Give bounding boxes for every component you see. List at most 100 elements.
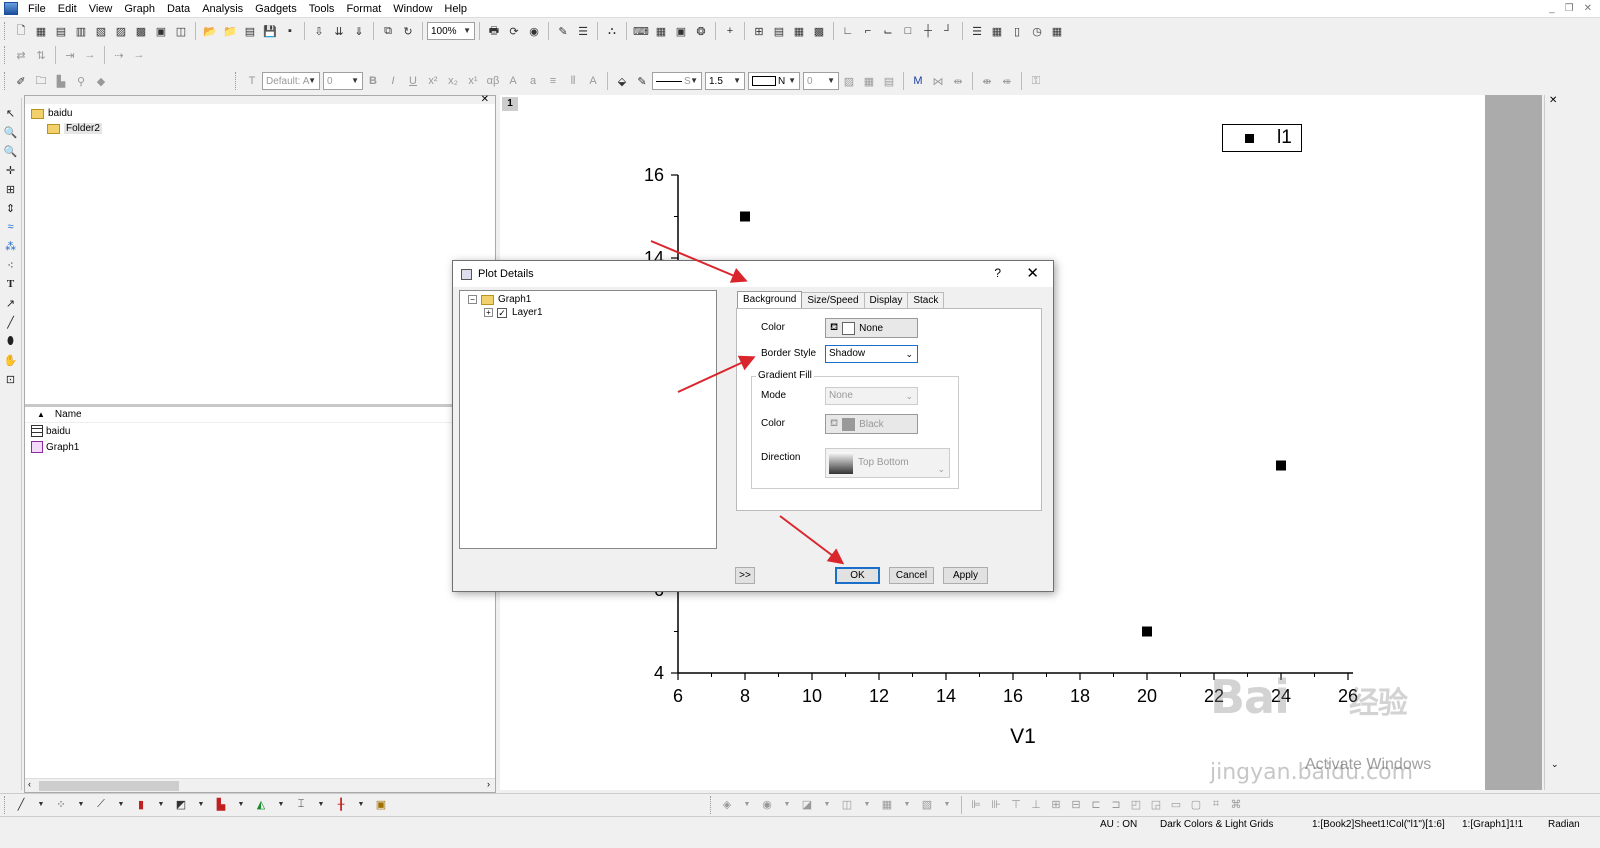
expand-icon[interactable]: +: [484, 308, 493, 317]
pattern-icon[interactable]: ▨: [840, 72, 858, 90]
chevron-down-icon[interactable]: ▼: [312, 796, 330, 814]
cancel-button[interactable]: Cancel: [889, 567, 934, 584]
align-top-icon[interactable]: ⊤: [1007, 796, 1025, 814]
regional-mask-icon[interactable]: ⁂: [2, 237, 20, 255]
3d-bars-icon[interactable]: ◉: [758, 796, 776, 814]
ungroup-icon[interactable]: ▢: [1187, 796, 1205, 814]
scroll-down-icon[interactable]: ⌄: [1551, 759, 1559, 770]
new-workbook-icon[interactable]: ▦: [32, 22, 50, 40]
image-plot-icon[interactable]: ▧: [918, 796, 936, 814]
line-color-icon[interactable]: ✎: [633, 72, 651, 90]
pencil-icon[interactable]: ✐: [12, 72, 30, 90]
underline-icon[interactable]: U: [404, 72, 422, 90]
contour-icon[interactable]: ◩: [172, 796, 190, 814]
menu-help[interactable]: Help: [438, 0, 473, 18]
legend[interactable]: l1: [1222, 124, 1302, 152]
new-matrix-icon[interactable]: ▧: [92, 22, 110, 40]
tree-sub-folder[interactable]: Folder2: [47, 123, 102, 134]
tree-graph-node[interactable]: − Graph1: [468, 294, 531, 305]
axis-cross-icon[interactable]: ┼: [919, 22, 937, 40]
help-icon[interactable]: ?: [994, 266, 1001, 280]
recalculate-icon[interactable]: ↻: [399, 22, 417, 40]
chevron-down-icon[interactable]: ▼: [112, 796, 130, 814]
fill-icon[interactable]: 🗀: [32, 72, 50, 90]
close-icon[interactable]: ✕: [1584, 3, 1592, 14]
tab-display[interactable]: Display: [863, 292, 909, 308]
chevron-down-icon[interactable]: ▼: [192, 796, 210, 814]
menu-format[interactable]: Format: [340, 0, 387, 18]
hand-icon[interactable]: ✋: [2, 351, 20, 369]
new-excel-icon[interactable]: ▤: [52, 22, 70, 40]
greek-icon[interactable]: αβ: [484, 72, 502, 90]
ok-button[interactable]: OK: [835, 567, 880, 584]
increase-font-icon[interactable]: A: [504, 72, 522, 90]
pattern-select[interactable]: 0 ▼: [803, 72, 839, 90]
clock-icon[interactable]: ◷: [1028, 22, 1046, 40]
app-gallery-icon[interactable]: ❂: [692, 22, 710, 40]
same-height-icon[interactable]: ⊐: [1107, 796, 1125, 814]
menu-gadgets[interactable]: Gadgets: [249, 0, 303, 18]
font-icon[interactable]: T: [243, 72, 261, 90]
align-vcenter-icon[interactable]: ⊞: [1047, 796, 1065, 814]
open-excel-icon[interactable]: ▤: [241, 22, 259, 40]
chevron-down-icon[interactable]: ▼: [32, 796, 50, 814]
draw-data-icon[interactable]: ≈: [2, 218, 20, 236]
menu-graph[interactable]: Graph: [118, 0, 161, 18]
zoom-out-icon[interactable]: 🔍: [2, 142, 20, 160]
fill-color-icon[interactable]: ⬙: [613, 72, 631, 90]
arrow-tool-icon[interactable]: ↗: [2, 294, 20, 312]
data-selector-icon[interactable]: ⇕: [2, 199, 20, 217]
mask-points-icon[interactable]: ⁖: [2, 256, 20, 274]
tab-stack[interactable]: Stack: [907, 292, 945, 308]
move-right-icon[interactable]: ⇥: [61, 46, 79, 64]
menu-file[interactable]: File: [22, 0, 52, 18]
import-icon[interactable]: ⇩: [310, 22, 328, 40]
arrow-right-icon[interactable]: →: [81, 46, 99, 64]
results-log-icon[interactable]: ☰: [574, 22, 592, 40]
tree-layer-node[interactable]: + ✓ Layer1: [484, 307, 543, 318]
align-left-icon[interactable]: ≡: [544, 72, 562, 90]
bar-plot-icon[interactable]: ▙: [212, 796, 230, 814]
minimize-icon[interactable]: _: [1549, 3, 1555, 14]
tree-root-folder[interactable]: baidu: [31, 108, 72, 119]
align-left-edges-icon[interactable]: ⊫: [967, 796, 985, 814]
sort-icon[interactable]: ⇅: [32, 46, 50, 64]
stamp-icon[interactable]: ▙: [52, 72, 70, 90]
dialog-titlebar[interactable]: Plot Details ? ✕: [453, 261, 1053, 287]
align-right-edges-icon[interactable]: ⊪: [987, 796, 1005, 814]
layer4-icon[interactable]: ▩: [810, 22, 828, 40]
merge-icon[interactable]: M: [909, 72, 927, 90]
menu-edit[interactable]: Edit: [52, 0, 83, 18]
code-builder-icon[interactable]: ✎: [554, 22, 572, 40]
font-color-icon[interactable]: A: [584, 72, 602, 90]
project-explorer-icon[interactable]: ⛬: [603, 22, 621, 40]
close-icon[interactable]: ✕: [1026, 264, 1039, 282]
table-icon[interactable]: ▤: [880, 72, 898, 90]
chevron-down-icon[interactable]: ▼: [938, 796, 956, 814]
line-style-select[interactable]: S ▼: [652, 72, 702, 90]
matrix-icon[interactable]: ▦: [878, 796, 896, 814]
new-project-icon[interactable]: 🗋: [12, 22, 30, 40]
split-icon[interactable]: ⋈: [929, 72, 947, 90]
layer2-icon[interactable]: ▤: [770, 22, 788, 40]
swap-icon[interactable]: ⇄: [12, 46, 30, 64]
font-select[interactable]: Default: A ▼: [262, 72, 320, 90]
print-icon[interactable]: 🖶: [485, 22, 503, 40]
list-item[interactable]: Graph1: [25, 439, 495, 455]
chevron-down-icon[interactable]: ▼: [738, 796, 756, 814]
column-plot-icon[interactable]: ▮: [132, 796, 150, 814]
restore-icon[interactable]: ❐: [1565, 3, 1574, 14]
border-icon[interactable]: ▦: [860, 72, 878, 90]
superscript-icon[interactable]: x²: [424, 72, 442, 90]
3d-surface-icon[interactable]: ◈: [718, 796, 736, 814]
more-button[interactable]: >>: [735, 567, 755, 584]
subscript-icon[interactable]: x₂: [444, 72, 462, 90]
zoom-in-icon[interactable]: 🔍: [2, 123, 20, 141]
text-tool-icon[interactable]: T: [2, 275, 20, 293]
menu-analysis[interactable]: Analysis: [196, 0, 249, 18]
scroll-right-icon[interactable]: ›: [487, 779, 490, 789]
same-width-icon[interactable]: ⊏: [1087, 796, 1105, 814]
chevron-down-icon[interactable]: ▼: [778, 796, 796, 814]
line-tool-icon[interactable]: ╱: [2, 313, 20, 331]
frame-icon[interactable]: ⌗: [1207, 796, 1225, 814]
